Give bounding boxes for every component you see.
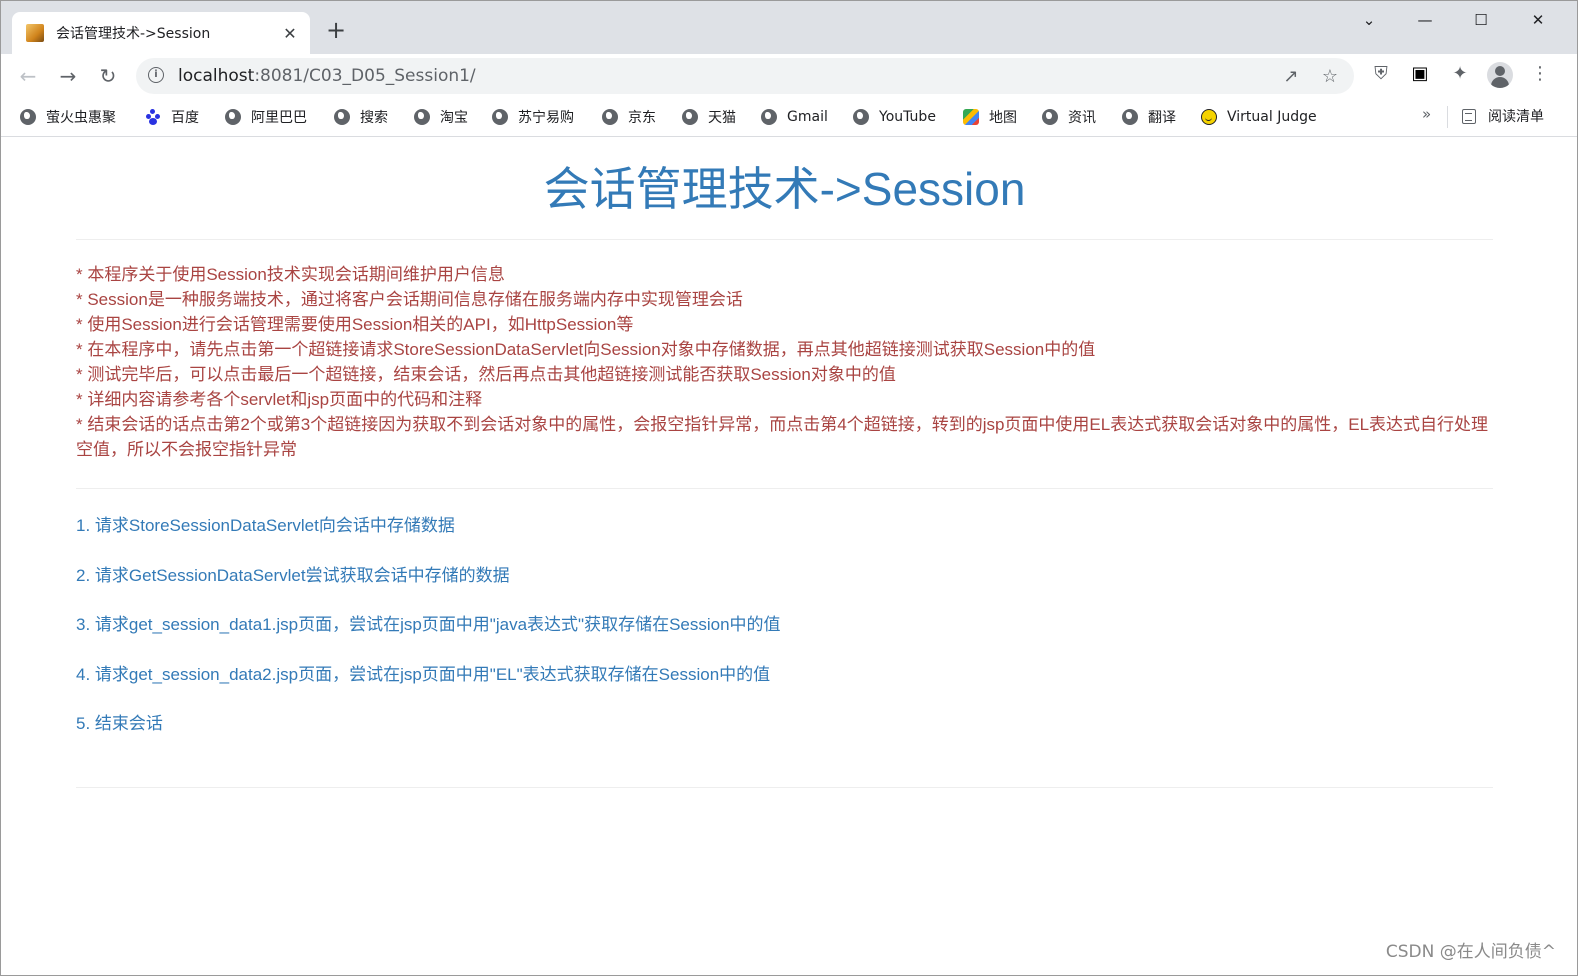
- bookmark-label: 翻译: [1148, 110, 1176, 126]
- bookmarks-divider: [1447, 106, 1448, 128]
- bookmark-label: 阿里巴巴: [251, 110, 307, 126]
- share-icon[interactable]: ↗: [1280, 66, 1302, 88]
- globe-icon: [225, 109, 241, 125]
- note-item: * 测试完毕后，可以点击最后一个超链接，结束会话，然后再点击其他超链接测试能否获…: [76, 365, 896, 384]
- divider: [76, 787, 1493, 788]
- tab-strip: 会话管理技术->Session ✕ + ⌄ — ☐ ✕: [0, 0, 1578, 54]
- bookmark-item[interactable]: 阿里巴巴: [225, 106, 307, 128]
- reading-list-icon: [1462, 108, 1476, 124]
- reload-button[interactable]: ↻: [94, 62, 122, 90]
- minimize-button[interactable]: —: [1405, 6, 1445, 34]
- maps-icon: [963, 109, 979, 125]
- address-bar[interactable]: i localhost:8081/C03_D05_Session1/ ↗ ☆: [136, 58, 1354, 94]
- tomcat-favicon-icon: [26, 24, 44, 42]
- link-get-session-data1-jsp[interactable]: 3. 请求get_session_data1.jsp页面，尝试在jsp页面中用"…: [76, 612, 1493, 637]
- globe-icon: [682, 109, 698, 125]
- tab-title: 会话管理技术->Session: [56, 26, 211, 42]
- globe-icon: [414, 109, 430, 125]
- note-item: * 详细内容请参考各个servlet和jsp页面中的代码和注释: [76, 390, 483, 409]
- bookmark-item[interactable]: 翻译: [1122, 106, 1176, 128]
- bookmark-label: 苏宁易购: [518, 110, 574, 126]
- extensions-puzzle-icon[interactable]: ✦: [1448, 62, 1472, 86]
- csdn-watermark: CSDN @在人间负债^: [1385, 942, 1556, 962]
- bookmark-label: 淘宝: [440, 110, 468, 126]
- bookmark-label: 地图: [989, 110, 1017, 126]
- bookmark-item[interactable]: 萤火虫惠聚: [20, 106, 116, 128]
- tab-search-dropdown-icon[interactable]: ⌄: [1349, 6, 1389, 34]
- globe-icon: [492, 109, 508, 125]
- note-item: * 本程序关于使用Session技术实现会话期间维护用户信息: [76, 265, 505, 284]
- maximize-button[interactable]: ☐: [1461, 6, 1501, 34]
- note-item: * 在本程序中，请先点击第一个超链接请求StoreSessionDataServ…: [76, 340, 1096, 359]
- site-info-icon[interactable]: i: [148, 67, 164, 83]
- tampermonkey-extension-icon[interactable]: ▣: [1408, 62, 1432, 86]
- url-text[interactable]: localhost:8081/C03_D05_Session1/: [178, 66, 476, 86]
- note-item: * 结束会话的话点击第2个或第3个超链接因为获取不到会话对象中的属性，会报空指针…: [76, 415, 1489, 459]
- bookmark-label: 萤火虫惠聚: [46, 110, 116, 126]
- bookmark-item[interactable]: 天猫: [682, 106, 736, 128]
- bookmark-label: 资讯: [1068, 110, 1096, 126]
- globe-icon: [761, 109, 777, 125]
- bookmark-item[interactable]: 搜索: [334, 106, 388, 128]
- url-host: localhost: [178, 66, 255, 86]
- note-item: * Session是一种服务端技术，通过将客户会话期间信息存储在服务端内存中实现…: [76, 290, 743, 309]
- bookmark-label: 天猫: [708, 110, 736, 126]
- back-button[interactable]: ←: [14, 62, 42, 90]
- bookmark-item[interactable]: YouTube: [853, 106, 936, 128]
- bookmark-item[interactable]: Gmail: [761, 106, 828, 128]
- bookmarks-bar: 萤火虫惠聚 百度 阿里巴巴 搜索 淘宝 苏宁易购 京东 天猫 Gmail You…: [0, 98, 1578, 137]
- bookmark-label: YouTube: [879, 109, 936, 125]
- bookmark-label: 京东: [628, 110, 656, 126]
- bookmark-item[interactable]: 资讯: [1042, 106, 1096, 128]
- notes-list: * 本程序关于使用Session技术实现会话期间维护用户信息 * Session…: [76, 262, 1493, 462]
- reading-list-button[interactable]: 阅读清单: [1462, 106, 1544, 126]
- bookmark-item[interactable]: Virtual Judge: [1201, 106, 1317, 128]
- links-list: 1. 请求StoreSessionDataServlet向会话中存储数据 2. …: [76, 513, 1493, 736]
- tab-close-icon[interactable]: ✕: [280, 24, 300, 43]
- globe-icon: [1122, 109, 1138, 125]
- globe-icon: [602, 109, 618, 125]
- virtual-judge-icon: [1201, 109, 1217, 125]
- close-window-button[interactable]: ✕: [1518, 6, 1558, 34]
- bookmark-label: Gmail: [787, 109, 828, 125]
- bookmark-label: 百度: [171, 110, 199, 126]
- bookmark-label: Virtual Judge: [1227, 109, 1317, 125]
- globe-icon: [334, 109, 350, 125]
- link-end-session[interactable]: 5. 结束会话: [76, 711, 1493, 736]
- globe-icon: [853, 109, 869, 125]
- profile-avatar[interactable]: [1487, 62, 1513, 88]
- browser-tab[interactable]: 会话管理技术->Session ✕: [12, 12, 310, 54]
- globe-icon: [20, 109, 36, 125]
- bookmark-label: 搜索: [360, 110, 388, 126]
- link-store-session-data[interactable]: 1. 请求StoreSessionDataServlet向会话中存储数据: [76, 513, 1493, 538]
- link-get-session-data[interactable]: 2. 请求GetSessionDataServlet尝试获取会话中存储的数据: [76, 563, 1493, 588]
- bookmark-item[interactable]: 淘宝: [414, 106, 468, 128]
- bookmark-star-icon[interactable]: ☆: [1319, 66, 1341, 88]
- bookmark-item[interactable]: 京东: [602, 106, 656, 128]
- forward-button[interactable]: →: [54, 62, 82, 90]
- baidu-icon: [145, 109, 161, 125]
- bookmark-item[interactable]: 苏宁易购: [492, 106, 574, 128]
- new-tab-button[interactable]: +: [322, 16, 350, 44]
- shield-extension-icon[interactable]: ⛨: [1369, 62, 1393, 86]
- page-title: 会话管理技术->Session: [543, 163, 1026, 215]
- bookmarks-overflow-chevron-icon[interactable]: »: [1422, 105, 1431, 123]
- bookmark-item[interactable]: 地图: [963, 106, 1017, 128]
- bookmark-item[interactable]: 百度: [145, 106, 199, 128]
- globe-icon: [1042, 109, 1058, 125]
- url-path: :8081/C03_D05_Session1/: [254, 66, 476, 86]
- link-get-session-data2-jsp[interactable]: 4. 请求get_session_data2.jsp页面，尝试在jsp页面中用"…: [76, 662, 1493, 687]
- reading-list-label: 阅读清单: [1488, 109, 1544, 125]
- divider: [76, 239, 1493, 240]
- browser-toolbar: ← → ↻ i localhost:8081/C03_D05_Session1/…: [0, 54, 1578, 98]
- page-content: 会话管理技术->Session * 本程序关于使用Session技术实现会话期间…: [76, 137, 1493, 761]
- divider: [76, 488, 1493, 489]
- note-item: * 使用Session进行会话管理需要使用Session相关的API，如Http…: [76, 315, 634, 334]
- menu-kebab-icon[interactable]: ⋮: [1528, 62, 1552, 86]
